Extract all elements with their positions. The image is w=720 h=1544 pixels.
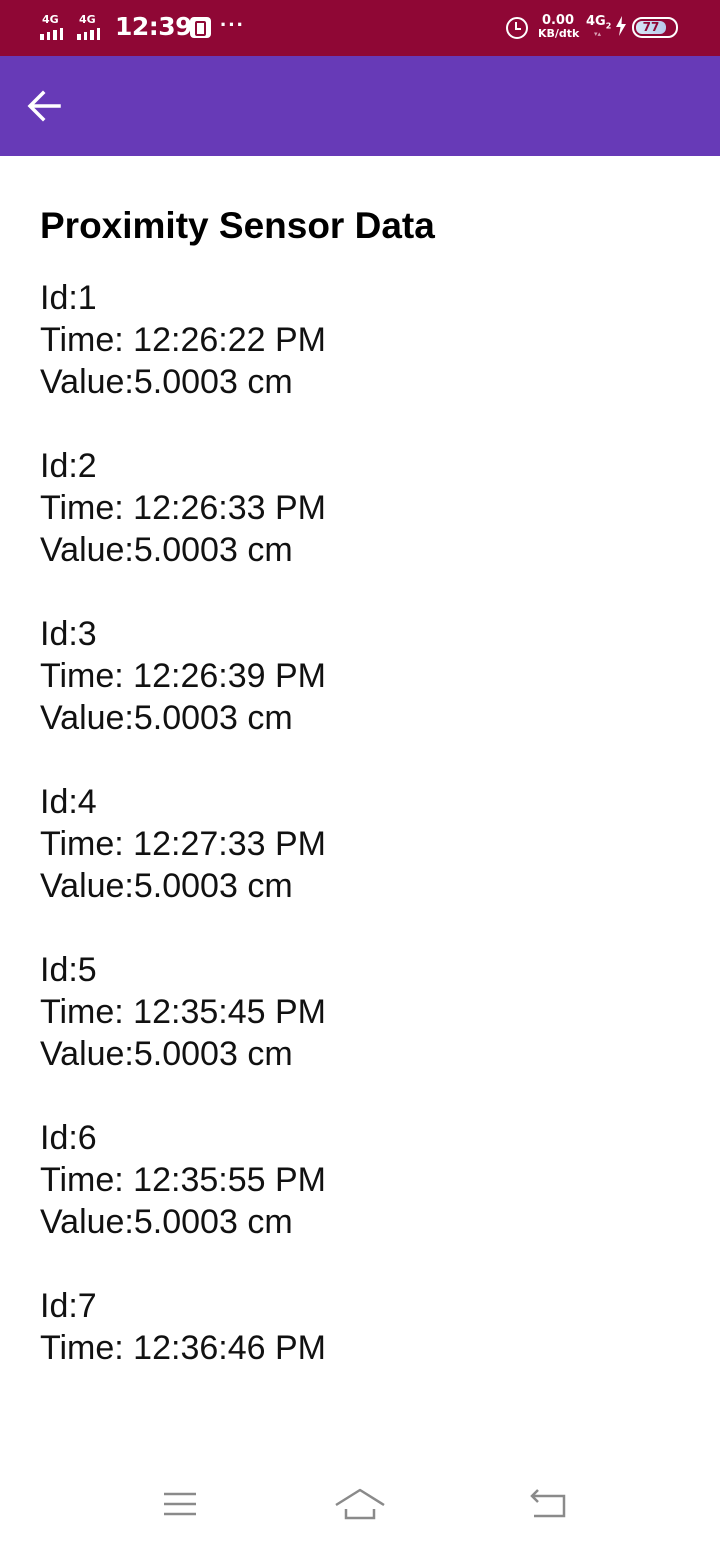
list-item: Id:6 Time: 12:35:55 PM Value:5.0003 cm — [40, 1117, 680, 1243]
record-time: Time: 12:36:46 PM — [40, 1329, 326, 1367]
speed-unit: KB/dtk — [538, 27, 580, 40]
charging-icon — [615, 16, 627, 41]
usb-debug-icon — [190, 17, 211, 38]
status-time: 12:39 — [115, 12, 193, 41]
battery-level: 77 — [636, 21, 666, 34]
screen: 4G 4G 12:39 ··· 0.00 KB/dtk 4G2 ▾▴ 77 Pr… — [0, 0, 720, 1544]
list-item: Id:1 Time: 12:26:22 PM Value:5.0003 cm — [40, 277, 680, 403]
recent-apps-button[interactable] — [150, 1482, 210, 1526]
arrow-left-icon — [27, 90, 61, 122]
record-value: Value:5.0003 cm — [40, 531, 293, 569]
page-title: Proximity Sensor Data — [40, 205, 435, 246]
signal-icon-sim2: 4G — [77, 14, 109, 42]
record-id: Id:4 — [40, 783, 97, 821]
record-time: Time: 12:35:55 PM — [40, 1161, 326, 1199]
battery-icon: 77 — [632, 17, 678, 38]
home-button[interactable] — [330, 1482, 390, 1526]
speed-value: 0.00 — [541, 13, 575, 28]
record-id: Id:6 — [40, 1119, 97, 1157]
record-value: Value:5.0003 cm — [40, 1035, 293, 1073]
signal-icon-sim1: 4G — [40, 14, 72, 42]
record-time: Time: 12:26:33 PM — [40, 489, 326, 527]
records-list: Id:1 Time: 12:26:22 PM Value:5.0003 cm I… — [40, 277, 680, 1369]
network-speed: 0.00 KB/dtk — [538, 13, 580, 40]
home-icon — [335, 1488, 385, 1520]
list-item: Id:4 Time: 12:27:33 PM Value:5.0003 cm — [40, 781, 680, 907]
record-id: Id:7 — [40, 1287, 97, 1325]
record-time: Time: 12:26:39 PM — [40, 657, 326, 695]
record-id: Id:5 — [40, 951, 97, 989]
network-type-icon: 4G2 ▾▴ — [586, 14, 612, 38]
status-bar: 4G 4G 12:39 ··· 0.00 KB/dtk 4G2 ▾▴ 77 — [0, 0, 720, 56]
list-item: Id:5 Time: 12:35:45 PM Value:5.0003 cm — [40, 949, 680, 1075]
list-item: Id:2 Time: 12:26:33 PM Value:5.0003 cm — [40, 445, 680, 571]
record-time: Time: 12:26:22 PM — [40, 321, 326, 359]
record-value: Value:5.0003 cm — [40, 1203, 293, 1241]
record-time: Time: 12:27:33 PM — [40, 825, 326, 863]
record-id: Id:3 — [40, 615, 97, 653]
record-time: Time: 12:35:45 PM — [40, 993, 326, 1031]
system-back-button[interactable] — [518, 1482, 578, 1526]
menu-lines-icon — [164, 1492, 196, 1516]
return-icon — [530, 1489, 566, 1518]
alarm-icon — [506, 17, 528, 39]
record-value: Value:5.0003 cm — [40, 699, 293, 737]
list-item: Id:7 Time: 12:36:46 PM — [40, 1285, 680, 1369]
app-bar — [0, 56, 720, 156]
more-notifications-icon: ··· — [220, 12, 245, 37]
content: Proximity Sensor Data Id:1 Time: 12:26:2… — [40, 205, 680, 1411]
navigation-bar — [0, 1460, 720, 1544]
list-item: Id:3 Time: 12:26:39 PM Value:5.0003 cm — [40, 613, 680, 739]
record-id: Id:1 — [40, 279, 97, 317]
record-id: Id:2 — [40, 447, 97, 485]
record-value: Value:5.0003 cm — [40, 867, 293, 905]
record-value: Value:5.0003 cm — [40, 363, 293, 401]
back-button[interactable] — [14, 76, 74, 136]
